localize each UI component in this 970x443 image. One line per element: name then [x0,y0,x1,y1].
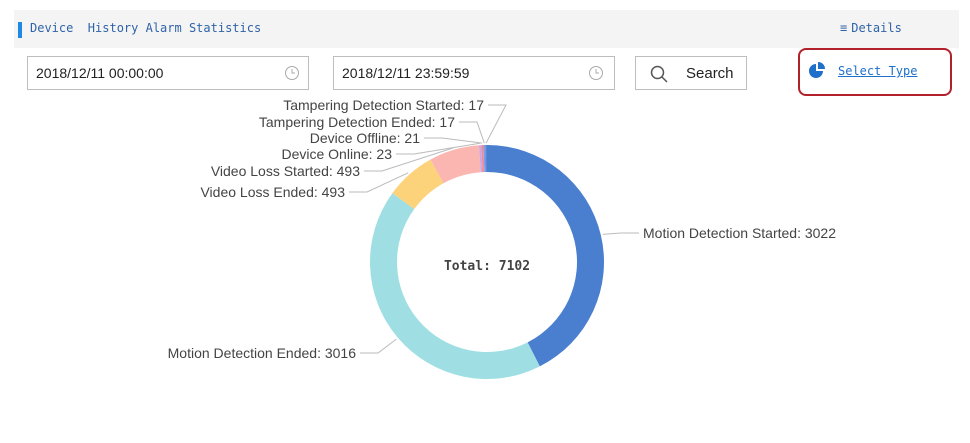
leader-line [459,121,485,144]
slice-label: Device Offline: 21 [310,130,420,146]
leader-line [360,338,397,354]
donut-chart: Motion Detection Started: 3022 Motion Det… [168,97,836,379]
leader-line [485,104,507,144]
slice-label: Tampering Detection Started: 17 [283,97,484,113]
slice-label: Motion Detection Started: 3022 [643,225,836,241]
leader-line [424,137,483,144]
leader-line [602,232,639,235]
slice-label: Tampering Detection Ended: 17 [259,114,455,130]
slice-label: Motion Detection Ended: 3016 [168,345,357,361]
donut-slice[interactable] [369,193,540,379]
donut-slice[interactable] [487,145,604,367]
slice-label: Video Loss Ended: 493 [200,184,345,200]
chart-total-label: Total: 7102 [444,259,530,274]
slice-label: Device Online: 23 [281,146,392,162]
slice-label: Video Loss Started: 493 [211,163,360,179]
